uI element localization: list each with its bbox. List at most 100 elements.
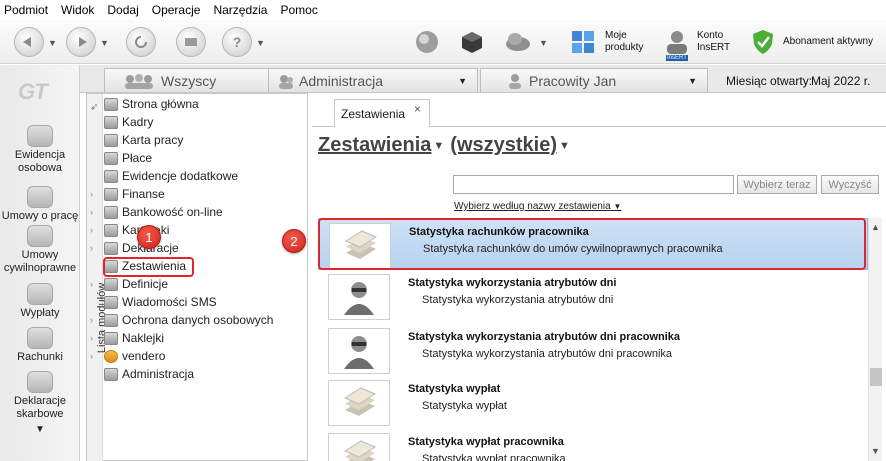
- cloud-button[interactable]: [504, 29, 530, 55]
- rail-deklaracje-skarbowe[interactable]: Deklaracje skarbowe: [0, 371, 80, 421]
- expand-chevron-icon[interactable]: ›: [90, 279, 93, 289]
- filter-by-name-link[interactable]: Wybierz według nazwy zestawienia ▼: [454, 201, 621, 212]
- report-subtitle: Statystyka wykorzystania atrybutów dni: [422, 294, 614, 306]
- report-title: Statystyka wypłat: [408, 383, 501, 395]
- administracja-dropdown-icon[interactable]: ▼: [458, 76, 467, 86]
- module-kadry[interactable]: Kadry: [104, 113, 153, 131]
- expand-chevron-icon[interactable]: ›: [90, 189, 93, 199]
- globe-button[interactable]: [414, 29, 440, 55]
- forward-dropdown-icon[interactable]: ▼: [100, 38, 109, 48]
- module-finanse[interactable]: › Finanse: [90, 185, 165, 203]
- person-glasses-icon: [344, 336, 374, 369]
- module-vendero[interactable]: › vendero: [90, 347, 165, 365]
- reports-heading-dropdown-icon[interactable]: ▼: [433, 140, 444, 152]
- person-icon: [509, 73, 521, 89]
- reports-scrollbar[interactable]: ▲ ▼: [868, 218, 882, 461]
- module-ochrona-danych[interactable]: › Ochrona danych osobowych: [90, 311, 273, 329]
- sms-icon: [104, 295, 118, 309]
- expand-chevron-icon[interactable]: ›: [90, 315, 93, 325]
- clear-button[interactable]: Wyczyść: [821, 175, 879, 194]
- menu-operacje[interactable]: Operacje: [152, 3, 201, 17]
- report-stack-icon: [343, 387, 377, 416]
- rail-umowy-cywilnoprawne[interactable]: Umowy cywilnoprawne: [0, 225, 80, 275]
- refresh-button[interactable]: [126, 27, 156, 57]
- scroll-down-icon[interactable]: ▼: [871, 446, 880, 456]
- expand-chevron-icon[interactable]: ›: [90, 333, 93, 343]
- rail-rachunki[interactable]: Rachunki: [0, 327, 80, 364]
- module-naklejki[interactable]: › Naklejki: [90, 329, 164, 347]
- report-subtitle: Statystyka wypłat pracownika: [422, 453, 566, 461]
- module-definicje[interactable]: › Definicje: [90, 275, 168, 293]
- zestawienia-highlight: [103, 257, 194, 277]
- scrollbar-thumb[interactable]: [870, 368, 882, 386]
- expand-chevron-icon[interactable]: ›: [90, 243, 93, 253]
- admin-icon: [104, 367, 118, 381]
- choose-now-button[interactable]: Wybierz teraz: [737, 175, 817, 194]
- declaration-icon: [27, 371, 53, 393]
- question-icon: ?: [232, 34, 242, 50]
- module-administracja[interactable]: Administracja: [104, 365, 194, 383]
- files-icon: [104, 223, 118, 237]
- menu-narzedzia[interactable]: Narzędzia: [213, 3, 267, 17]
- filter-heading-dropdown-icon[interactable]: ▼: [559, 140, 570, 152]
- report-row[interactable]: Statystyka wypłat pracownika Statystyka …: [318, 429, 868, 461]
- report-subtitle: Statystyka wykorzystania atrybutów dni p…: [422, 348, 673, 360]
- back-button[interactable]: [14, 27, 44, 57]
- expand-chevron-icon[interactable]: ›: [90, 225, 93, 235]
- moje-produkty-button[interactable]: [570, 29, 596, 55]
- report-title: Statystyka wykorzystania atrybutów dni p…: [408, 331, 681, 343]
- menu-pomoc[interactable]: Pomoc: [280, 3, 317, 17]
- menu-podmiot[interactable]: Podmiot: [4, 3, 48, 17]
- expand-chevron-icon[interactable]: ›: [90, 351, 93, 361]
- moje-produkty-label[interactable]: Moje produkty: [605, 30, 643, 54]
- expand-chevron-icon[interactable]: ›: [90, 207, 93, 217]
- help-button[interactable]: ?: [222, 27, 252, 57]
- module-place[interactable]: Płace: [104, 149, 152, 167]
- report-search-input[interactable]: [453, 175, 734, 194]
- report-row[interactable]: Statystyka wypłat Statystyka wypłat: [318, 376, 868, 428]
- tab-administracja[interactable]: Administracja ▼: [268, 68, 478, 92]
- report-row[interactable]: Statystyka wykorzystania atrybutów dni p…: [318, 324, 868, 376]
- cards-button[interactable]: [176, 27, 206, 57]
- rail-more-arrow[interactable]: ▼: [0, 423, 80, 436]
- konto-insert-button[interactable]: [664, 29, 690, 55]
- cloud-icon: [506, 33, 530, 51]
- cloud-dropdown-icon[interactable]: ▼: [539, 38, 548, 48]
- pin-icon[interactable]: ➶: [90, 102, 98, 113]
- page-title: Zestawienia ▼ (wszystkie) ▼: [318, 134, 576, 157]
- user-account-icon: [667, 31, 687, 54]
- filter-heading[interactable]: (wszystkie): [450, 134, 557, 157]
- records-icon: [104, 169, 118, 183]
- forward-button[interactable]: [66, 27, 96, 57]
- module-ewidencje-dodatkowe[interactable]: Ewidencje dodatkowe: [104, 167, 238, 185]
- menu-widok[interactable]: Widok: [61, 3, 94, 17]
- step-marker-1: 1: [137, 225, 161, 249]
- scroll-up-icon[interactable]: ▲: [871, 222, 880, 232]
- back-dropdown-icon[interactable]: ▼: [48, 38, 57, 48]
- pracownik-dropdown-icon[interactable]: ▼: [688, 76, 697, 86]
- konto-insert-label[interactable]: Konto InsERT: [697, 30, 730, 54]
- rail-wyplaty[interactable]: Wypłaty: [0, 283, 80, 320]
- rail-ewidencja-osobowa[interactable]: Ewidencja osobowa: [0, 125, 80, 175]
- declarations-icon: [104, 241, 118, 255]
- reports-heading[interactable]: Zestawienia: [318, 134, 431, 157]
- close-tab-icon[interactable]: ×: [414, 102, 421, 116]
- month-open-value[interactable]: Maj 2022 r.: [811, 74, 870, 88]
- report-title: Statystyka wypłat pracownika: [408, 436, 564, 448]
- report-row[interactable]: Statystyka wykorzystania atrybutów dni S…: [318, 270, 868, 322]
- abonament-label[interactable]: Abonament aktywny: [783, 36, 873, 48]
- abonament-button[interactable]: [750, 29, 776, 55]
- tab-zestawienia[interactable]: Zestawienia ×: [334, 99, 430, 127]
- module-karta-pracy[interactable]: Karta pracy: [104, 131, 183, 149]
- filter-dropdown-icon: ▼: [613, 202, 622, 211]
- module-strona-glowna[interactable]: Strona główna: [104, 95, 199, 113]
- module-wiadomosci-sms[interactable]: Wiadomości SMS: [104, 293, 217, 311]
- staff-icon: [104, 115, 118, 129]
- module-bankowosc[interactable]: › Bankowość on-line: [90, 203, 223, 221]
- shield-check-icon: [753, 30, 773, 54]
- menu-dodaj[interactable]: Dodaj: [107, 3, 138, 17]
- tab-pracownik[interactable]: Pracowity Jan ▼: [480, 68, 708, 92]
- cube-button[interactable]: [459, 29, 485, 55]
- rail-umowy-o-prace[interactable]: Umowy o pracę: [0, 186, 80, 223]
- help-dropdown-icon[interactable]: ▼: [256, 38, 265, 48]
